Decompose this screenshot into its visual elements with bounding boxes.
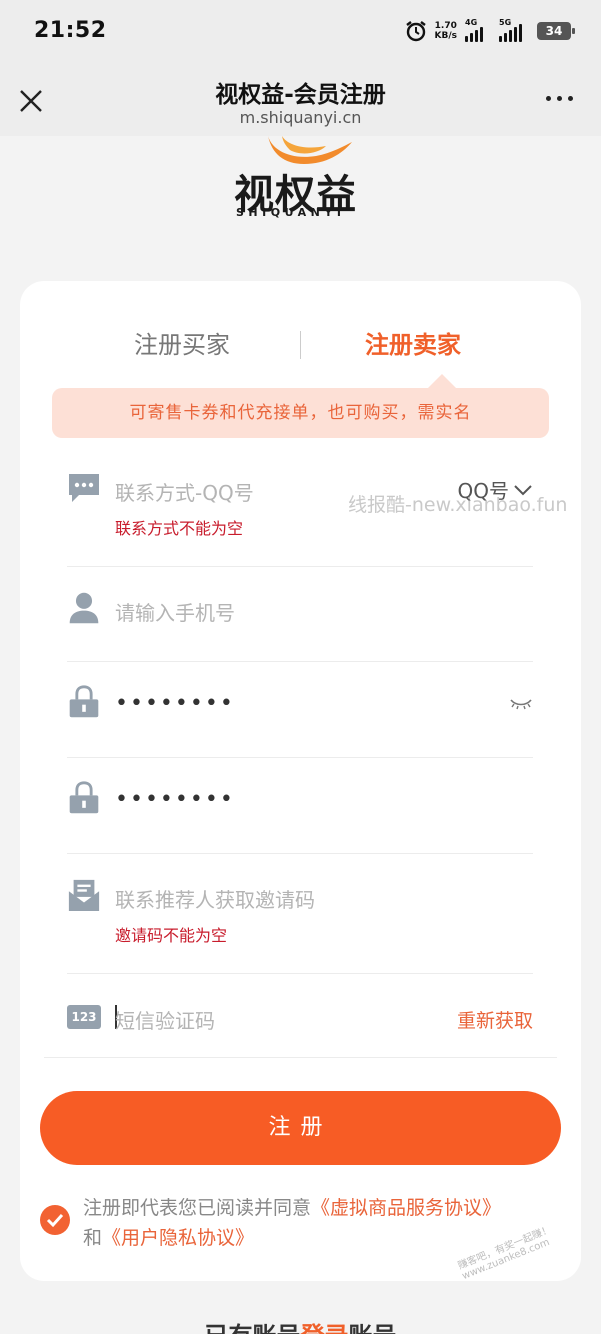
network-speed: 1.70 KB/s <box>434 21 457 41</box>
user-icon <box>69 592 99 624</box>
invite-code-input[interactable]: 联系推荐人获取邀请码 <box>115 884 315 913</box>
login-prompt: 已有账号登录账号 <box>0 1316 601 1334</box>
page-url: m.shiquanyi.cn <box>239 108 362 127</box>
sms-code-input[interactable]: 短信验证码 <box>115 1005 215 1034</box>
status-time: 21:52 <box>34 18 107 43</box>
logo-subtitle: SHIQUANYI <box>236 206 346 219</box>
service-agreement-link[interactable]: 《虚拟商品服务协议》 <box>311 1197 501 1219</box>
confirm-password-field[interactable]: •••••••• <box>67 781 533 821</box>
brand-logo: 视权益 SHIQUANYI <box>230 134 375 224</box>
privacy-agreement-link[interactable]: 《用户隐私协议》 <box>102 1227 254 1249</box>
alarm-icon <box>405 21 426 42</box>
agree-checkbox[interactable] <box>40 1205 70 1235</box>
signal-4g-icon: 4G <box>465 18 491 42</box>
role-tabs: 注册买家 注册卖家 <box>20 325 581 365</box>
password-field[interactable]: •••••••• <box>67 685 533 725</box>
watermark: 线报酷-new.xianbao.fun <box>348 494 568 516</box>
divider <box>67 853 533 854</box>
register-button[interactable]: 注册 <box>40 1091 561 1165</box>
resend-code-button[interactable]: 重新获取 <box>457 1006 533 1033</box>
divider <box>67 566 533 567</box>
divider <box>44 1057 557 1058</box>
signal-5g-icon: 5G <box>499 18 529 42</box>
status-bar: 21:52 1.70 KB/s 4G 5G 34 <box>0 0 601 66</box>
invite-code-field[interactable]: 联系推荐人获取邀请码 邀请码不能为空 <box>67 878 533 958</box>
nav-bar: 视权益-会员注册 m.shiquanyi.cn <box>0 66 601 136</box>
checkmark-icon <box>46 1213 64 1228</box>
divider <box>67 973 533 974</box>
tab-divider <box>300 331 301 359</box>
divider <box>67 757 533 758</box>
confirm-password-input[interactable]: •••••••• <box>115 787 235 812</box>
divider <box>67 661 533 662</box>
invite-code-error: 邀请码不能为空 <box>115 926 228 945</box>
tab-register-buyer[interactable]: 注册买家 <box>134 325 230 360</box>
phone-field[interactable]: 请输入手机号 <box>67 591 533 631</box>
contact-error: 联系方式不能为空 <box>115 519 244 538</box>
login-link[interactable]: 登录 <box>301 1322 349 1334</box>
status-indicators: 1.70 KB/s 4G 5G 34 <box>405 18 575 42</box>
chat-bubble-icon <box>69 474 99 502</box>
sms-code-field[interactable]: 123 短信验证码 重新获取 <box>67 999 533 1039</box>
sms-code-icon: 123 <box>67 1005 101 1029</box>
invite-card-icon <box>68 879 100 912</box>
page-title: 视权益-会员注册 <box>215 82 386 108</box>
eye-closed-icon[interactable] <box>509 697 533 711</box>
lock-icon <box>69 685 99 718</box>
tab-register-seller[interactable]: 注册卖家 <box>365 325 461 360</box>
contact-input[interactable]: 联系方式-QQ号 <box>115 477 254 506</box>
register-card: 注册买家 注册卖家 可寄售卡券和代充接单，也可购买，需实名 联系方式-QQ号 Q… <box>20 281 581 1281</box>
seller-notice: 可寄售卡券和代充接单，也可购买，需实名 <box>52 374 549 438</box>
phone-input[interactable]: 请输入手机号 <box>115 597 235 626</box>
lock-icon <box>69 781 99 814</box>
more-menu-icon[interactable] <box>546 96 573 101</box>
battery-icon: 34 <box>537 22 575 40</box>
password-input[interactable]: •••••••• <box>115 691 235 716</box>
